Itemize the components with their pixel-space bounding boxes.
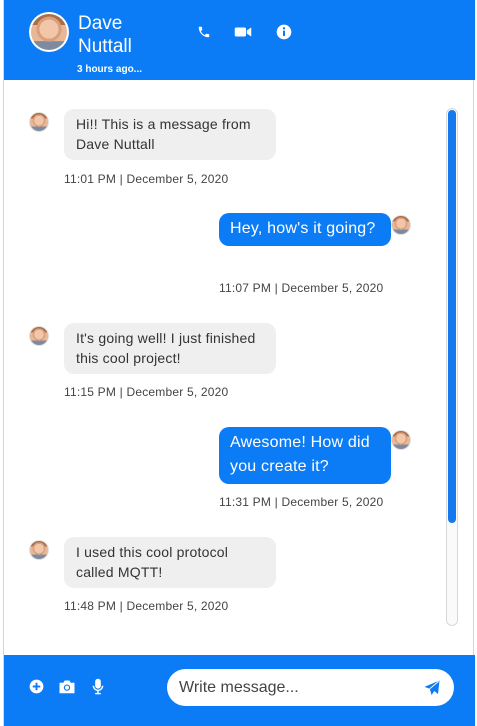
contact-name: Dave Nuttall <box>78 13 132 57</box>
message-avatar <box>391 215 411 235</box>
incoming-message: It's going well! I just finished this co… <box>64 323 276 374</box>
incoming-message: Hi!! This is a message from Dave Nuttall <box>64 109 276 160</box>
outgoing-message: Awesome! How did you create it? <box>219 427 391 484</box>
video-camera-icon[interactable] <box>233 22 253 42</box>
message-avatar <box>29 112 49 132</box>
microphone-icon[interactable] <box>88 675 108 697</box>
chat-header: Dave Nuttall 3 hours ago... <box>4 0 475 80</box>
message-avatar <box>391 430 411 450</box>
contact-avatar[interactable] <box>29 12 69 52</box>
message-timestamp: 11:07 PM | December 5, 2020 <box>219 281 384 295</box>
message-timestamp: 11:15 PM | December 5, 2020 <box>64 385 229 399</box>
message-composer <box>4 655 475 726</box>
chat-window: Dave Nuttall 3 hours ago... Hi!! This is… <box>3 0 475 726</box>
send-icon[interactable] <box>422 678 442 698</box>
message-scrollbar[interactable] <box>446 108 458 626</box>
outgoing-message: Hey, how's it going? <box>219 213 391 246</box>
camera-icon[interactable] <box>57 675 77 697</box>
message-input[interactable] <box>179 669 419 706</box>
message-timestamp: 11:31 PM | December 5, 2020 <box>219 495 384 509</box>
message-timestamp: 11:48 PM | December 5, 2020 <box>64 599 229 613</box>
message-avatar <box>29 540 49 560</box>
message-input-container <box>167 669 454 706</box>
info-icon[interactable] <box>274 22 294 42</box>
add-icon[interactable] <box>26 675 46 697</box>
message-list[interactable]: Hi!! This is a message from Dave Nuttall… <box>4 80 475 655</box>
phone-icon[interactable] <box>194 22 214 42</box>
last-seen-status: 3 hours ago... <box>77 64 143 75</box>
message-timestamp: 11:01 PM | December 5, 2020 <box>64 172 229 186</box>
scrollbar-thumb[interactable] <box>448 110 456 523</box>
message-avatar <box>29 326 49 346</box>
incoming-message: I used this cool protocol called MQTT! <box>64 537 276 588</box>
